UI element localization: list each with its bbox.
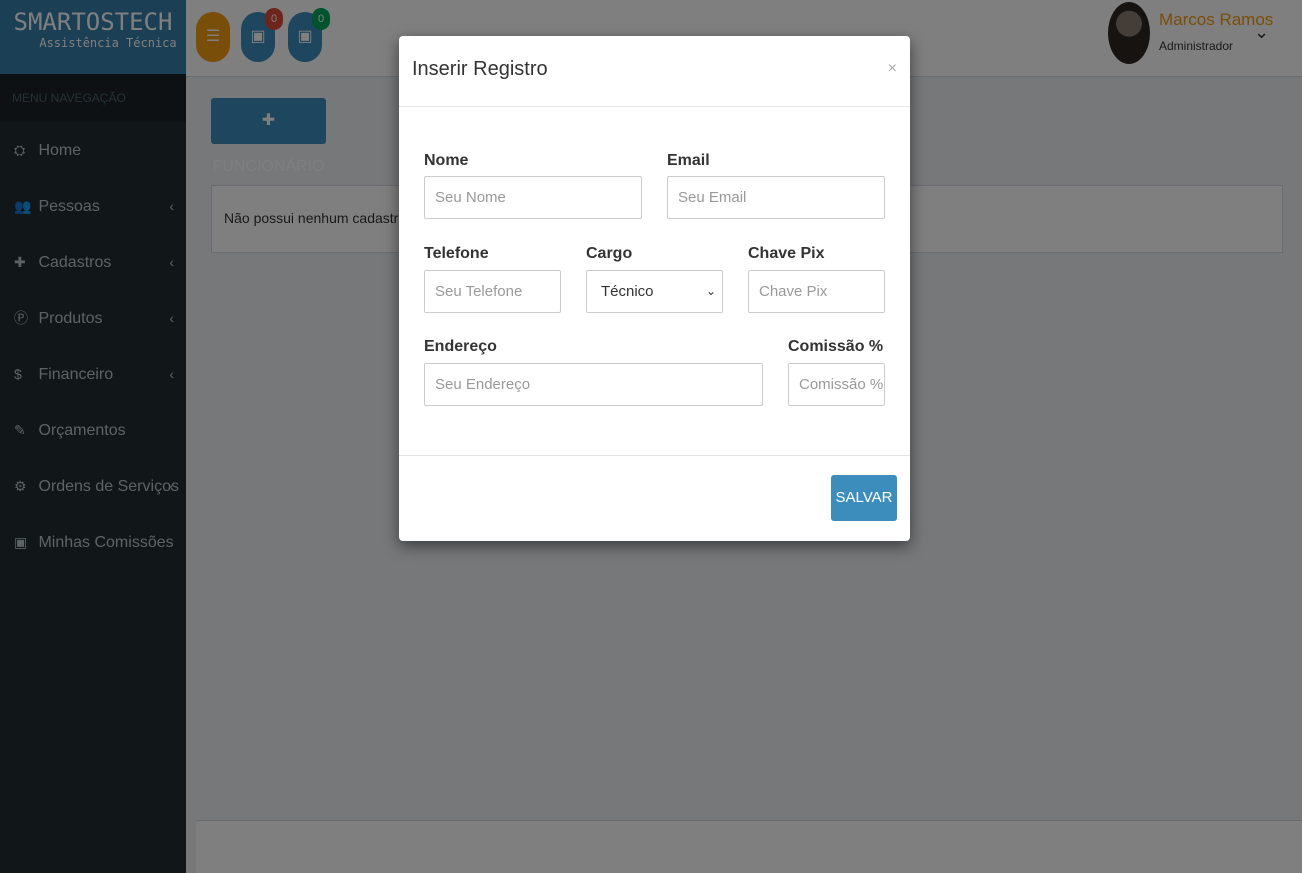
nome-input[interactable]: Seu Nome (424, 176, 642, 219)
endereco-input[interactable]: Seu Endereço (424, 363, 763, 406)
cargo-label: Cargo (586, 245, 633, 262)
email-label: Email (667, 152, 710, 169)
nome-label: Nome (424, 152, 469, 169)
save-button[interactable]: SALVAR (831, 475, 897, 521)
comissao-input[interactable]: Comissão % (788, 363, 885, 406)
telefone-input[interactable]: Seu Telefone (424, 270, 561, 313)
endereco-label: Endereço (424, 338, 497, 355)
pix-input[interactable]: Chave Pix (748, 270, 885, 313)
email-input[interactable]: Seu Email (667, 176, 885, 219)
telefone-label: Telefone (424, 245, 489, 262)
pix-label: Chave Pix (748, 245, 825, 262)
chevron-down-icon: ⌄ (705, 284, 716, 298)
comissao-label: Comissão % (788, 338, 884, 355)
cargo-select[interactable]: Técnico ⌄ (586, 270, 723, 313)
modal-footer-divider (399, 455, 910, 456)
cargo-selected-value: Técnico (601, 283, 654, 300)
modal-title: Inserir Registro (412, 58, 548, 80)
close-icon[interactable]: × (888, 60, 897, 78)
insert-record-modal: Inserir Registro × Nome Seu Nome Email S… (399, 36, 910, 541)
modal-header: Inserir Registro × (399, 36, 910, 107)
